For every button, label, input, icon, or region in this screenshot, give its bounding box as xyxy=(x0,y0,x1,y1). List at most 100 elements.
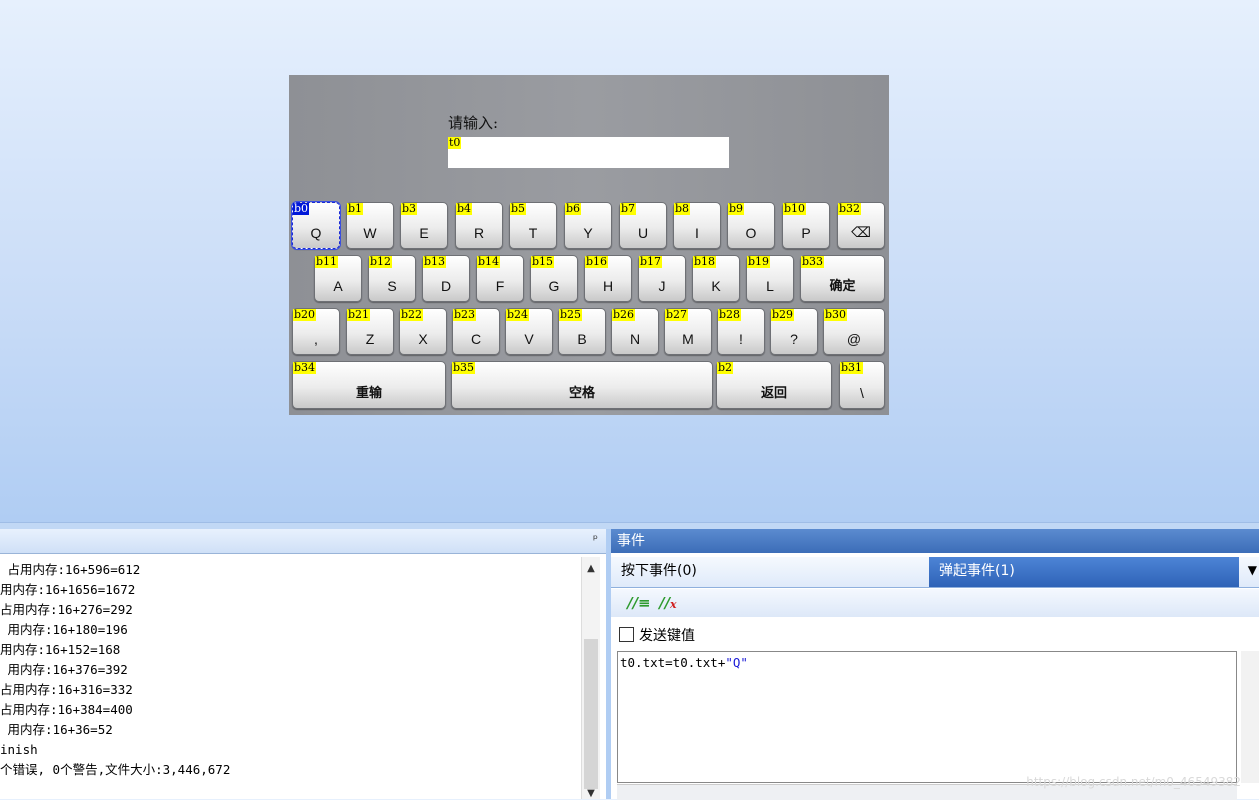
key-b31[interactable]: b31 \ xyxy=(839,361,885,409)
key-b2[interactable]: b2 返回 xyxy=(716,361,832,409)
log-line: 占用内存:16+596=612 xyxy=(0,562,141,577)
key-b32[interactable]: b32 ⌫ xyxy=(837,202,885,249)
key-b3[interactable]: b3 E xyxy=(400,202,448,249)
input-prompt-label: 请输入: xyxy=(448,114,499,132)
key-id-tag: b35 xyxy=(452,361,476,374)
pin-icon[interactable]: ᵖ xyxy=(593,532,598,546)
tab-release-event[interactable]: 弹起事件(1) xyxy=(929,557,1239,587)
key-id-tag: b14 xyxy=(477,255,501,268)
chevron-down-icon[interactable]: ▼ xyxy=(1248,563,1257,577)
key-id-tag: b12 xyxy=(369,255,393,268)
key-b26[interactable]: b26 N xyxy=(611,308,659,355)
key-b4[interactable]: b4 R xyxy=(455,202,503,249)
key-id-tag: b6 xyxy=(565,202,582,215)
key-label: O xyxy=(745,225,757,241)
key-b35[interactable]: b35 空格 xyxy=(451,361,713,409)
key-b21[interactable]: b21 Z xyxy=(346,308,394,355)
key-b22[interactable]: b22 X xyxy=(399,308,447,355)
key-id-tag: b2 xyxy=(717,361,734,374)
comment-icon[interactable]: //≡ xyxy=(627,594,651,612)
log-line: 用内存:16+1656=1672 xyxy=(0,582,136,597)
uncomment-icon[interactable]: //x xyxy=(659,594,677,612)
log-line: 用内存:16+152=168 xyxy=(0,642,121,657)
key-id-tag: b23 xyxy=(453,308,477,321)
send-key-row: 发送键值 xyxy=(619,625,695,645)
key-b6[interactable]: b6 Y xyxy=(564,202,612,249)
key-b28[interactable]: b28! xyxy=(717,308,765,355)
key-id-tag: b4 xyxy=(456,202,473,215)
key-b7[interactable]: b7 U xyxy=(619,202,667,249)
key-b16[interactable]: b16 H xyxy=(584,255,632,302)
send-key-label: 发送键值 xyxy=(639,628,695,644)
key-id-tag: b9 xyxy=(728,202,745,215)
text-input-t0[interactable]: t0 xyxy=(448,137,729,168)
key-id-tag: b0 xyxy=(293,202,310,215)
key-b27[interactable]: b27 M xyxy=(664,308,712,355)
code-string-literal: "Q" xyxy=(725,655,748,670)
key-id-tag: b3 xyxy=(401,202,418,215)
key-id-tag: b13 xyxy=(423,255,447,268)
output-scrollbar[interactable]: ▲ ▼ xyxy=(581,557,600,799)
key-b20[interactable]: b20, xyxy=(292,308,340,355)
log-line: 用内存:16+36=52 xyxy=(0,722,113,737)
key-b15[interactable]: b15 G xyxy=(530,255,578,302)
key-id-tag: b34 xyxy=(293,361,317,374)
key-label: 确定 xyxy=(829,278,856,293)
key-id-tag: b30 xyxy=(824,308,848,321)
event-tabs: 按下事件(0) 弹起事件(1) ▼ xyxy=(611,557,1259,588)
key-label: , xyxy=(314,331,318,347)
key-id-tag: b1 xyxy=(347,202,364,215)
key-label: D xyxy=(440,278,452,294)
key-b8[interactable]: b8 I xyxy=(673,202,721,249)
key-b19[interactable]: b19 L xyxy=(746,255,794,302)
key-id-tag: b20 xyxy=(293,308,317,321)
event-code-editor[interactable]: t0.txt=t0.txt+"Q" xyxy=(617,651,1237,783)
compile-output-log: 占用内存:16+596=612 用内存:16+1656=1672 占用内存:16+2… xyxy=(0,560,580,780)
panel-splitter[interactable] xyxy=(0,522,1259,529)
key-b34[interactable]: b34 重输 xyxy=(292,361,446,409)
key-b30[interactable]: b30 @ xyxy=(823,308,885,355)
key-id-tag: b18 xyxy=(693,255,717,268)
key-b10[interactable]: b10 P xyxy=(782,202,830,249)
hmi-keyboard-page: 请输入: t0 b0 Qb1 Wb3 Eb4 Rb5 Tb6 Yb7 Ub8 Ib9 Ob10 Pb… xyxy=(289,75,889,415)
send-key-checkbox[interactable] xyxy=(619,627,634,642)
key-id-tag: b22 xyxy=(400,308,424,321)
key-b33[interactable]: b33 确定 xyxy=(800,255,885,302)
key-id-tag: b24 xyxy=(506,308,530,321)
key-b17[interactable]: b17 J xyxy=(638,255,686,302)
key-label: H xyxy=(602,278,614,294)
event-toolbar: //≡ //x xyxy=(611,589,1259,617)
key-b1[interactable]: b1 W xyxy=(346,202,394,249)
key-label: ! xyxy=(739,331,743,347)
key-id-tag: b19 xyxy=(747,255,771,268)
key-b24[interactable]: b24 V xyxy=(505,308,553,355)
key-b5[interactable]: b5 T xyxy=(509,202,557,249)
key-b18[interactable]: b18 K xyxy=(692,255,740,302)
key-b0[interactable]: b0 Q xyxy=(291,201,341,250)
key-id-tag: b31 xyxy=(840,361,864,374)
scroll-down-icon[interactable]: ▼ xyxy=(582,788,600,799)
key-b9[interactable]: b9 O xyxy=(727,202,775,249)
key-b12[interactable]: b12 S xyxy=(368,255,416,302)
scrollbar-thumb[interactable] xyxy=(584,639,598,789)
key-label: Z xyxy=(365,331,375,347)
component-id-tag: t0 xyxy=(448,136,462,149)
key-b14[interactable]: b14 F xyxy=(476,255,524,302)
code-vertical-scrollbar[interactable] xyxy=(1241,651,1259,783)
key-b23[interactable]: b23 C xyxy=(452,308,500,355)
key-label: T xyxy=(528,225,538,241)
events-panel: 事件 按下事件(0) 弹起事件(1) ▼ //≡ //x 发送键值 t0.txt… xyxy=(611,529,1259,800)
key-b25[interactable]: b25 B xyxy=(558,308,606,355)
key-b11[interactable]: b11 A xyxy=(314,255,362,302)
tab-press-event[interactable]: 按下事件(0) xyxy=(611,557,929,587)
scroll-up-icon[interactable]: ▲ xyxy=(582,563,600,574)
key-label: F xyxy=(495,278,505,294)
key-b13[interactable]: b13 D xyxy=(422,255,470,302)
log-line: 用内存:16+376=392 xyxy=(0,662,128,677)
key-label: U xyxy=(637,225,649,241)
key-label: 返回 xyxy=(760,385,787,400)
log-line: inish xyxy=(0,742,38,757)
watermark: https://blog.csdn.net/m0_46549382 xyxy=(1026,775,1241,789)
key-label: Y xyxy=(583,225,593,241)
key-b29[interactable]: b29? xyxy=(770,308,818,355)
